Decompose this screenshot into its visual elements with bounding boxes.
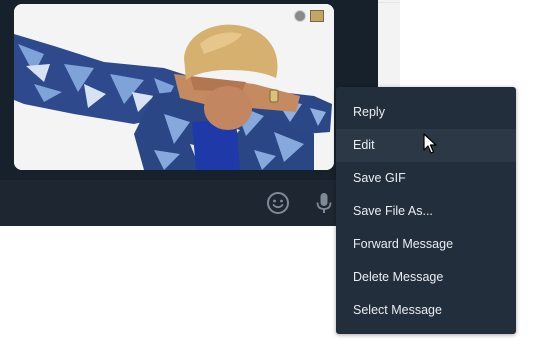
message-composer[interactable] (0, 180, 378, 226)
gif-animation-frame (14, 4, 334, 170)
menu-item-reply[interactable]: Reply (336, 96, 516, 129)
menu-item-select-message[interactable]: Select Message (336, 294, 516, 327)
menu-item-delete-message[interactable]: Delete Message (336, 261, 516, 294)
menu-item-save-gif[interactable]: Save GIF (336, 162, 516, 195)
menu-item-save-file-as[interactable]: Save File As... (336, 195, 516, 228)
gif-badges (294, 10, 324, 22)
microphone-icon[interactable] (312, 191, 336, 215)
message-context-menu: Reply Edit Save GIF Save File As... Forw… (336, 87, 516, 334)
emoji-icon[interactable] (266, 191, 290, 215)
gif-message[interactable] (14, 4, 334, 170)
gif-status-dot-icon (294, 10, 306, 22)
mouse-cursor-icon (423, 133, 437, 154)
menu-item-forward-message[interactable]: Forward Message (336, 228, 516, 261)
divider (378, 2, 400, 3)
gif-thumbnail-icon (310, 10, 324, 22)
